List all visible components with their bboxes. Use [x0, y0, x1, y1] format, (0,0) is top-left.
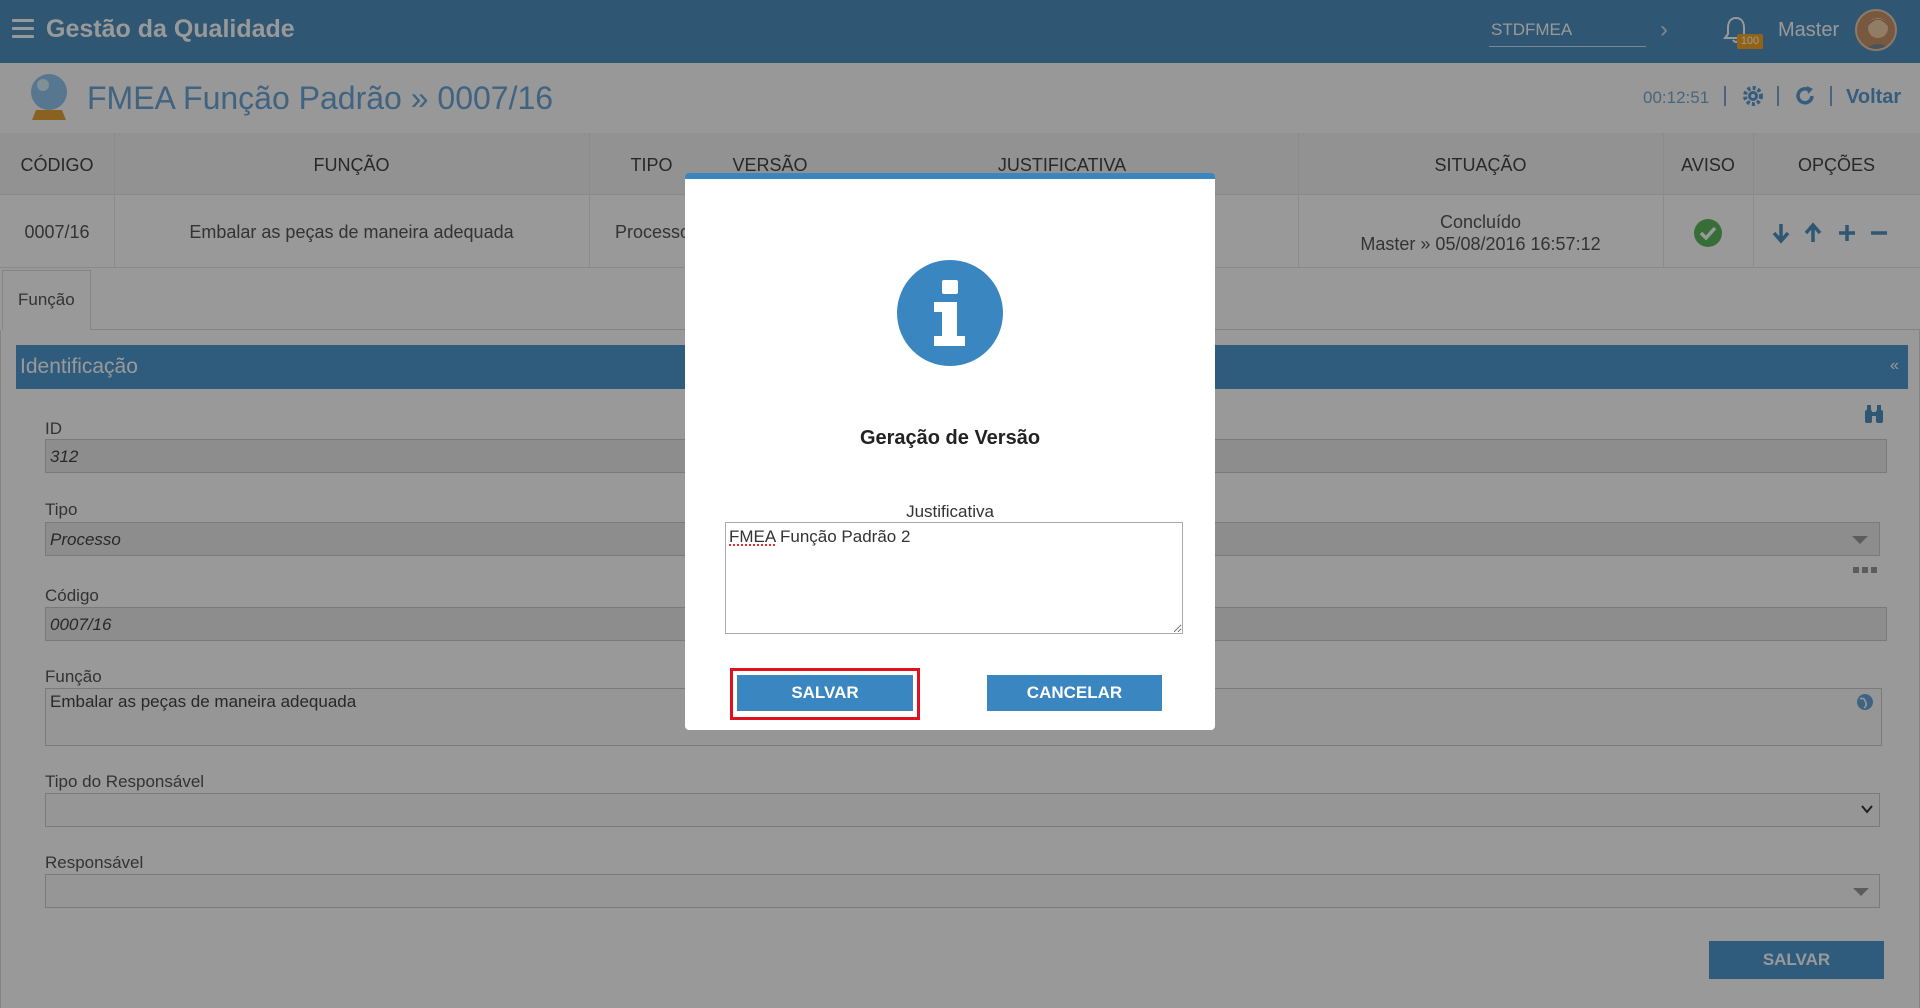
spellcheck-underline: [729, 543, 775, 546]
version-dialog: [685, 173, 1215, 730]
info-icon: [897, 260, 1003, 366]
highlight-box: [730, 668, 920, 720]
justificativa-label: Justificativa: [906, 502, 994, 521]
dialog-cancel-button[interactable]: CANCELAR: [987, 675, 1162, 711]
justificativa-textarea[interactable]: [725, 522, 1183, 634]
dialog-title: Geração de Versão: [859, 427, 1041, 449]
